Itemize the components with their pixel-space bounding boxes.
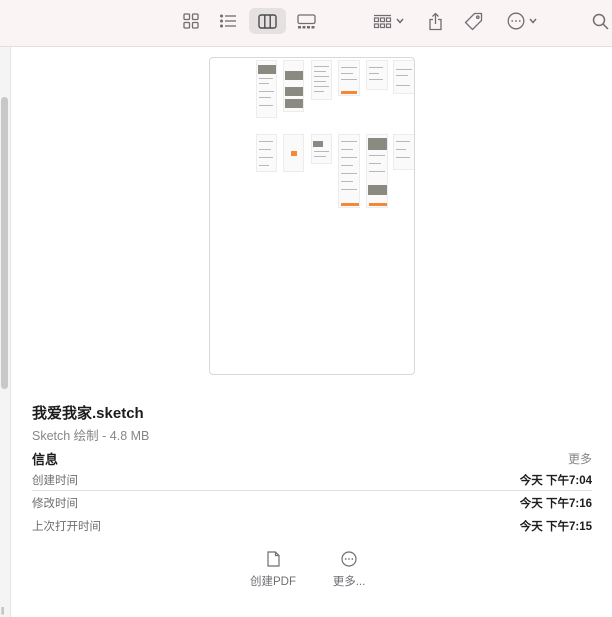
more-actions-button[interactable] bbox=[502, 8, 542, 34]
document-icon bbox=[266, 551, 280, 567]
info-label: 修改时间 bbox=[32, 498, 78, 510]
artboard-thumbnail bbox=[283, 60, 304, 112]
info-label: 上次打开时间 bbox=[32, 521, 101, 533]
toolbar bbox=[0, 0, 612, 47]
info-row-last-opened: 上次打开时间 今天 下午7:15 bbox=[32, 518, 592, 540]
chevron-down-icon bbox=[529, 18, 537, 24]
list-icon bbox=[219, 14, 236, 28]
columns-icon bbox=[258, 13, 277, 29]
info-label: 创建时间 bbox=[32, 475, 78, 487]
tag-icon bbox=[464, 12, 482, 30]
search-button[interactable] bbox=[589, 8, 611, 34]
artboard-thumbnail bbox=[283, 134, 304, 172]
artboard-thumbnail bbox=[393, 60, 414, 94]
artboard-thumbnail bbox=[256, 134, 277, 172]
info-value: 今天 下午7:16 bbox=[519, 498, 592, 510]
artboard-thumbnail bbox=[366, 134, 388, 208]
info-section-title: 信息 bbox=[32, 452, 59, 467]
file-name: 我爱我家.sketch bbox=[32, 405, 144, 422]
artboard-thumbnail bbox=[338, 134, 360, 208]
artboard-thumbnail bbox=[366, 60, 388, 90]
more-actions-label: 更多... bbox=[332, 576, 366, 588]
info-value: 今天 下午7:04 bbox=[519, 475, 592, 487]
gallery-icon bbox=[296, 13, 316, 28]
previous-column-edge: || bbox=[0, 47, 11, 617]
tag-button[interactable] bbox=[459, 8, 487, 34]
create-pdf-button[interactable]: 创建PDF bbox=[238, 551, 308, 589]
chevron-down-icon bbox=[395, 18, 404, 24]
group-icon bbox=[373, 14, 391, 28]
view-list-button[interactable] bbox=[213, 8, 243, 34]
artboard-thumbnail bbox=[393, 134, 414, 170]
more-quick-actions-button[interactable]: 更多... bbox=[314, 551, 384, 589]
file-kind-size: Sketch 绘制 - 4.8 MB bbox=[32, 429, 150, 443]
info-value: 今天 下午7:15 bbox=[519, 521, 592, 533]
view-columns-button[interactable] bbox=[249, 8, 286, 34]
artboard-thumbnail bbox=[256, 60, 277, 118]
ellipsis-circle-icon bbox=[341, 551, 357, 567]
ellipsis-circle-icon bbox=[507, 12, 525, 30]
artboard-thumbnail bbox=[338, 60, 360, 96]
divider bbox=[32, 490, 592, 491]
info-row-modified: 修改时间 今天 下午7:16 bbox=[32, 495, 592, 517]
column-resize-handle[interactable]: || bbox=[1, 606, 4, 615]
view-gallery-button[interactable] bbox=[291, 8, 321, 34]
group-by-button[interactable] bbox=[367, 8, 409, 34]
grid-icon bbox=[183, 13, 199, 29]
artboard-thumbnail bbox=[311, 60, 332, 100]
scrollbar-thumb[interactable] bbox=[1, 97, 8, 389]
share-icon bbox=[428, 12, 442, 30]
view-grid-button[interactable] bbox=[176, 8, 206, 34]
info-more-link[interactable]: 更多 bbox=[568, 450, 592, 467]
search-icon bbox=[592, 13, 609, 30]
share-button[interactable] bbox=[422, 8, 448, 34]
create-pdf-label: 创建PDF bbox=[250, 576, 296, 588]
file-preview[interactable] bbox=[209, 57, 415, 375]
artboard-thumbnail bbox=[311, 134, 332, 164]
